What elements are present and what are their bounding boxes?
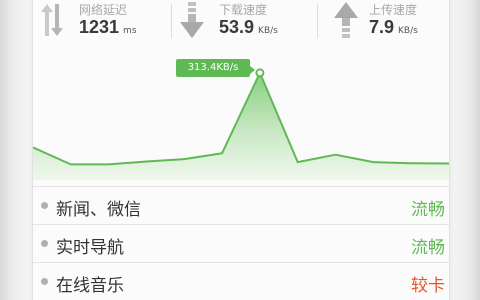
app-status-list: 新闻、微信 流畅 实时导航 流畅 在线音乐 较卡: [33, 186, 449, 300]
upload-label: 上传速度: [369, 3, 418, 17]
bullet-icon: [41, 202, 48, 209]
stats-header: 网络延迟 1231 ms 下载速度 53.9 KB/s 上传速度 7.9 KB/…: [33, 0, 449, 42]
app-name: 新闻、微信: [56, 200, 141, 220]
download-stat: 下载速度 53.9 KB/s: [179, 0, 309, 42]
speed-test-panel: 网络延迟 1231 ms 下载速度 53.9 KB/s 上传速度 7.9 KB/…: [32, 0, 450, 300]
status-text: 流畅: [411, 200, 445, 220]
latency-label: 网络延迟: [79, 3, 128, 17]
download-arrow-icon: [180, 2, 204, 38]
updown-arrows-icon: [41, 4, 63, 36]
download-value: 53.9 KB/s: [219, 17, 278, 37]
upload-arrow-icon: [334, 2, 358, 38]
bullet-icon: [41, 240, 48, 247]
list-item[interactable]: 新闻、微信 流畅: [33, 186, 449, 224]
app-name: 在线音乐: [56, 276, 124, 296]
peak-label: 313.4KB/s: [176, 59, 255, 77]
download-label: 下载速度: [219, 3, 268, 17]
upload-value: 7.9 KB/s: [369, 17, 418, 37]
bullet-icon: [41, 278, 48, 285]
latency-stat: 网络延迟 1231 ms: [39, 0, 149, 42]
status-text: 流畅: [411, 238, 445, 258]
latency-value: 1231 ms: [79, 17, 137, 37]
list-item[interactable]: 在线音乐 较卡: [33, 262, 449, 300]
app-window: 网络延迟 1231 ms 下载速度 53.9 KB/s 上传速度 7.9 KB/…: [0, 0, 480, 300]
list-item[interactable]: 实时导航 流畅: [33, 224, 449, 262]
upload-stat: 上传速度 7.9 KB/s: [333, 0, 449, 42]
status-text: 较卡: [411, 276, 445, 296]
stat-divider: [317, 4, 318, 38]
peak-point: [255, 68, 265, 78]
stat-divider: [171, 4, 172, 38]
app-name: 实时导航: [56, 238, 124, 258]
